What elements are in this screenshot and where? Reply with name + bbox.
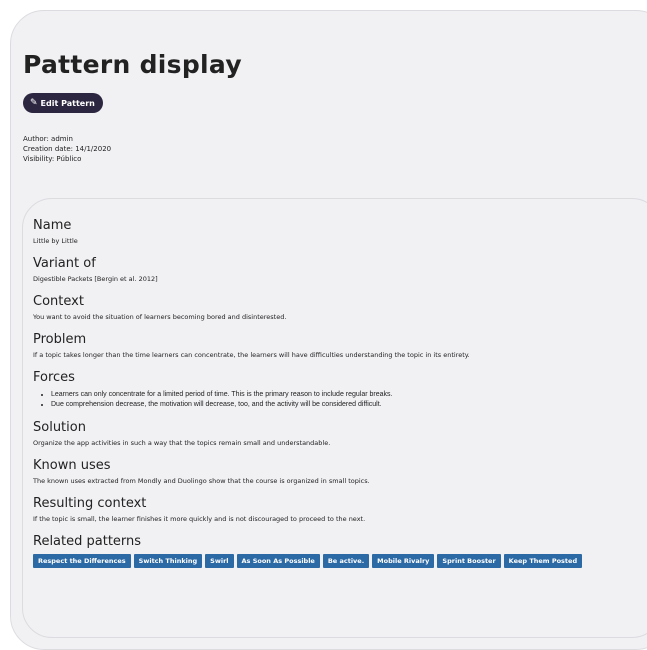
pattern-metadata: Author: admin Creation date: 14/1/2020 V…	[23, 134, 111, 164]
related-pattern-button[interactable]: Be active.	[322, 554, 370, 568]
pencil-icon: ✎	[30, 97, 38, 108]
known-uses-text: The known uses extracted from Mondly and…	[33, 477, 370, 485]
related-patterns-list: Respect the Differences Switch Thinking …	[33, 554, 633, 568]
variant-section: Variant of Digestible Packets [Bergin et…	[33, 255, 633, 284]
visibility-info: Visibility: Público	[23, 155, 82, 163]
context-heading: Context	[33, 294, 84, 309]
related-patterns-heading: Related patterns	[33, 534, 142, 549]
edit-pattern-button[interactable]: ✎ Edit Pattern	[23, 93, 103, 113]
known-uses-heading: Known uses	[33, 458, 111, 473]
author-info: Author: admin	[23, 135, 73, 143]
related-pattern-button[interactable]: Mobile Rivalry	[372, 554, 435, 568]
solution-heading: Solution	[33, 420, 86, 435]
problem-section: Problem If a topic takes longer than the…	[33, 331, 633, 360]
related-patterns-section: Related patterns Respect the Differences…	[33, 533, 633, 568]
forces-list: Learners can only concentrate for a limi…	[33, 390, 633, 410]
problem-heading: Problem	[33, 332, 87, 347]
related-pattern-button[interactable]: Swirl	[205, 554, 234, 568]
context-section: Context You want to avoid the situation …	[33, 293, 633, 322]
edit-pattern-label: Edit Pattern	[40, 98, 95, 108]
variant-heading: Variant of	[33, 256, 96, 271]
related-pattern-button[interactable]: As Soon As Possible	[236, 554, 320, 568]
variant-text: Digestible Packets [Bergin et al. 2012]	[33, 275, 158, 283]
forces-heading: Forces	[33, 370, 75, 385]
forces-item: Due comprehension decrease, the motivati…	[51, 400, 633, 410]
forces-item: Learners can only concentrate for a limi…	[51, 390, 633, 400]
known-uses-section: Known uses The known uses extracted from…	[33, 457, 633, 486]
problem-text: If a topic takes longer than the time le…	[33, 351, 470, 359]
related-pattern-button[interactable]: Switch Thinking	[133, 554, 203, 568]
related-pattern-button[interactable]: Keep Them Posted	[503, 554, 583, 568]
creation-date-info: Creation date: 14/1/2020	[23, 145, 112, 153]
page-title: Pattern display	[23, 50, 242, 79]
pattern-details: Name Little by Little Variant of Digesti…	[33, 217, 633, 577]
name-section: Name Little by Little	[33, 217, 633, 246]
name-heading: Name	[33, 218, 72, 233]
resulting-context-heading: Resulting context	[33, 496, 147, 511]
resulting-context-section: Resulting context If the topic is small,…	[33, 495, 633, 524]
related-pattern-button[interactable]: Sprint Booster	[437, 554, 501, 568]
solution-text: Organize the app activities in such a wa…	[33, 439, 331, 447]
resulting-context-text: If the topic is small, the learner finis…	[33, 515, 366, 523]
forces-section: Forces Learners can only concentrate for…	[33, 369, 633, 410]
solution-section: Solution Organize the app activities in …	[33, 419, 633, 448]
related-pattern-button[interactable]: Respect the Differences	[33, 554, 131, 568]
name-text: Little by Little	[33, 237, 78, 245]
context-text: You want to avoid the situation of learn…	[33, 313, 287, 321]
